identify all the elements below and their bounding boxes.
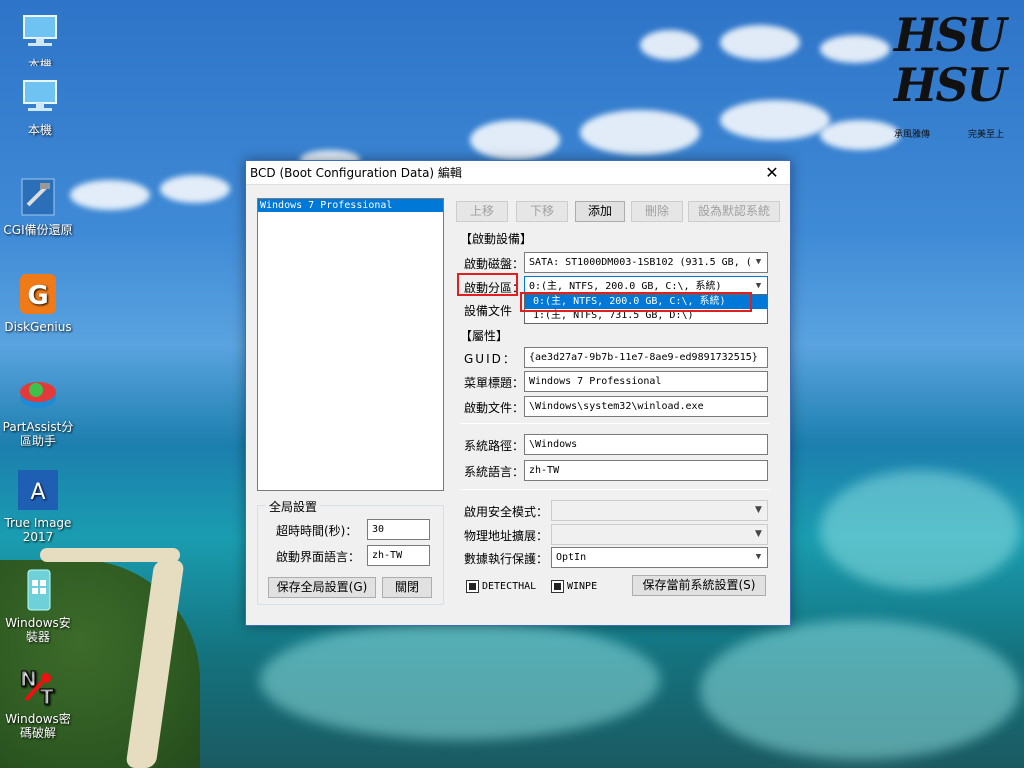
- move-up-button[interactable]: 上移: [456, 201, 508, 222]
- save-global-settings-button[interactable]: 保存全局設置(G): [268, 577, 376, 598]
- system-path-label: 系統路徑：: [464, 439, 525, 453]
- logo-text-1: HSU: [894, 8, 1007, 62]
- safe-mode-select[interactable]: ▼: [551, 500, 768, 521]
- boot-disk-value: SATA: ST1000DM003-1SB102 (931.5 GB, (: [529, 257, 752, 268]
- timeout-label: 超時時間(秒)：: [276, 524, 358, 538]
- system-path-field[interactable]: \Windows: [524, 434, 768, 455]
- svg-text:T: T: [40, 685, 54, 708]
- desktop-icon-partassist[interactable]: PartAssist分區助手: [0, 372, 76, 448]
- logo-text-2: HSU: [894, 58, 1007, 112]
- ui-language-label: 啟動界面語言：: [276, 550, 361, 564]
- svg-text:N: N: [20, 667, 37, 691]
- detecthal-checkbox[interactable]: DETECTHAL: [466, 580, 536, 593]
- guid-field[interactable]: {ae3d27a7-9b7b-11e7-8ae9-ed9891732515}: [524, 347, 768, 368]
- timeout-input[interactable]: 30: [367, 519, 430, 540]
- menu-title-label: 菜單標題：: [464, 376, 525, 390]
- boot-file-label: 啟動文件：: [464, 401, 525, 415]
- device-file-label: 設備文件: [464, 304, 513, 318]
- windows-installer-icon: [16, 568, 60, 612]
- logo-caption-left: 承風雅傳: [894, 130, 931, 140]
- desktop-icon-this-pc-1[interactable]: 本機: [2, 10, 78, 66]
- diskgenius-icon: G: [16, 272, 60, 316]
- desktop-icon-label: True Image 2017: [4, 516, 72, 544]
- save-current-system-button[interactable]: 保存當前系統設置(S): [632, 575, 766, 596]
- bcd-editor-window: BCD (Boot Configuration Data) 編輯 ✕ Windo…: [245, 160, 791, 626]
- desktop-icon-this-pc-2[interactable]: 本機: [2, 75, 78, 137]
- checkbox-icon: [551, 580, 564, 593]
- system-language-label: 系統語言：: [464, 465, 525, 479]
- menu-title-field[interactable]: Windows 7 Professional: [524, 371, 768, 392]
- hsu-logo: HSU HSU 承風雅傳 完美至上: [894, 8, 1007, 140]
- computer-icon: [18, 75, 62, 119]
- checkbox-icon: [466, 580, 479, 593]
- computer-icon: [18, 10, 62, 54]
- desktop-icon-diskgenius[interactable]: G DiskGenius: [0, 272, 76, 334]
- desktop-icon-label: Windows安裝器: [5, 616, 71, 644]
- desktop-icon-label: CGI備份還原: [3, 223, 73, 237]
- boot-disk-label: 啟動磁盤：: [464, 257, 525, 271]
- desktop-icon-true-image[interactable]: A True Image 2017: [0, 468, 76, 544]
- add-button[interactable]: 添加: [575, 201, 625, 222]
- boot-partition-value: 0:(主, NTFS, 200.0 GB, C:\, 系統): [529, 281, 722, 292]
- divider: [460, 423, 770, 424]
- move-down-button[interactable]: 下移: [516, 201, 568, 222]
- pae-select[interactable]: ▼: [551, 524, 768, 545]
- cgi-backup-icon: [16, 175, 60, 219]
- global-settings-title: 全局設置: [266, 498, 321, 515]
- partassist-icon: [16, 372, 60, 416]
- svg-text:G: G: [27, 281, 48, 311]
- chevron-down-icon: ▼: [755, 552, 762, 562]
- delete-button[interactable]: 刪除: [631, 201, 683, 222]
- winpe-checkbox[interactable]: WINPE: [551, 580, 597, 593]
- safe-mode-label: 啟用安全模式：: [464, 505, 549, 519]
- dep-value: OptIn: [556, 552, 587, 563]
- title-bar[interactable]: BCD (Boot Configuration Data) 編輯 ✕: [246, 161, 790, 185]
- desktop-icon-label: 本機: [27, 58, 52, 66]
- desktop-icon-cgi[interactable]: CGI備份還原: [0, 175, 76, 237]
- guid-label: GUID：: [464, 352, 517, 366]
- logo-caption-right: 完美至上: [967, 130, 1004, 140]
- close-icon[interactable]: ✕: [754, 161, 790, 185]
- list-item[interactable]: Windows 7 Professional: [258, 199, 443, 212]
- svg-text:A: A: [30, 480, 45, 505]
- desktop-icon-label: 本機: [27, 123, 52, 137]
- set-default-button[interactable]: 設為默認系統: [688, 201, 780, 222]
- winpe-label: WINPE: [567, 581, 598, 592]
- system-language-field[interactable]: zh-TW: [524, 460, 768, 481]
- highlight-box-option: [520, 292, 752, 312]
- divider: [460, 489, 770, 490]
- dep-select[interactable]: OptIn ▼: [551, 547, 768, 568]
- detecthal-label: DETECTHAL: [482, 581, 537, 592]
- boot-disk-select[interactable]: SATA: ST1000DM003-1SB102 (931.5 GB, ( ▼: [524, 252, 768, 273]
- ui-language-input[interactable]: zh-TW: [367, 545, 430, 566]
- desktop-icon-windows-installer[interactable]: Windows安裝器: [0, 568, 76, 644]
- chevron-down-icon: ▼: [755, 257, 762, 267]
- chevron-down-icon: ▼: [755, 505, 762, 515]
- desktop-icon-label: PartAssist分區助手: [2, 420, 74, 448]
- nt-password-icon: NT: [16, 664, 60, 710]
- chevron-down-icon: ▼: [755, 529, 762, 539]
- window-title: BCD (Boot Configuration Data) 編輯: [250, 166, 462, 180]
- close-button[interactable]: 關閉: [382, 577, 432, 598]
- desktop-icon-nt-password[interactable]: NT Windows密碼破解: [0, 664, 76, 741]
- pae-label: 物理地址擴展：: [464, 529, 549, 543]
- true-image-icon: A: [16, 468, 60, 512]
- properties-title: 【屬性】: [460, 329, 509, 343]
- desktop-icon-label: DiskGenius: [4, 320, 72, 334]
- boot-entries-list[interactable]: Windows 7 Professional: [257, 198, 444, 491]
- dep-label: 數據執行保護：: [464, 552, 549, 566]
- desktop-icon-label: Windows密碼破解: [5, 712, 71, 740]
- boot-device-title: 【啟動設備】: [460, 232, 533, 246]
- highlight-box-label: [457, 273, 518, 296]
- boot-file-field[interactable]: \Windows\system32\winload.exe: [524, 396, 768, 417]
